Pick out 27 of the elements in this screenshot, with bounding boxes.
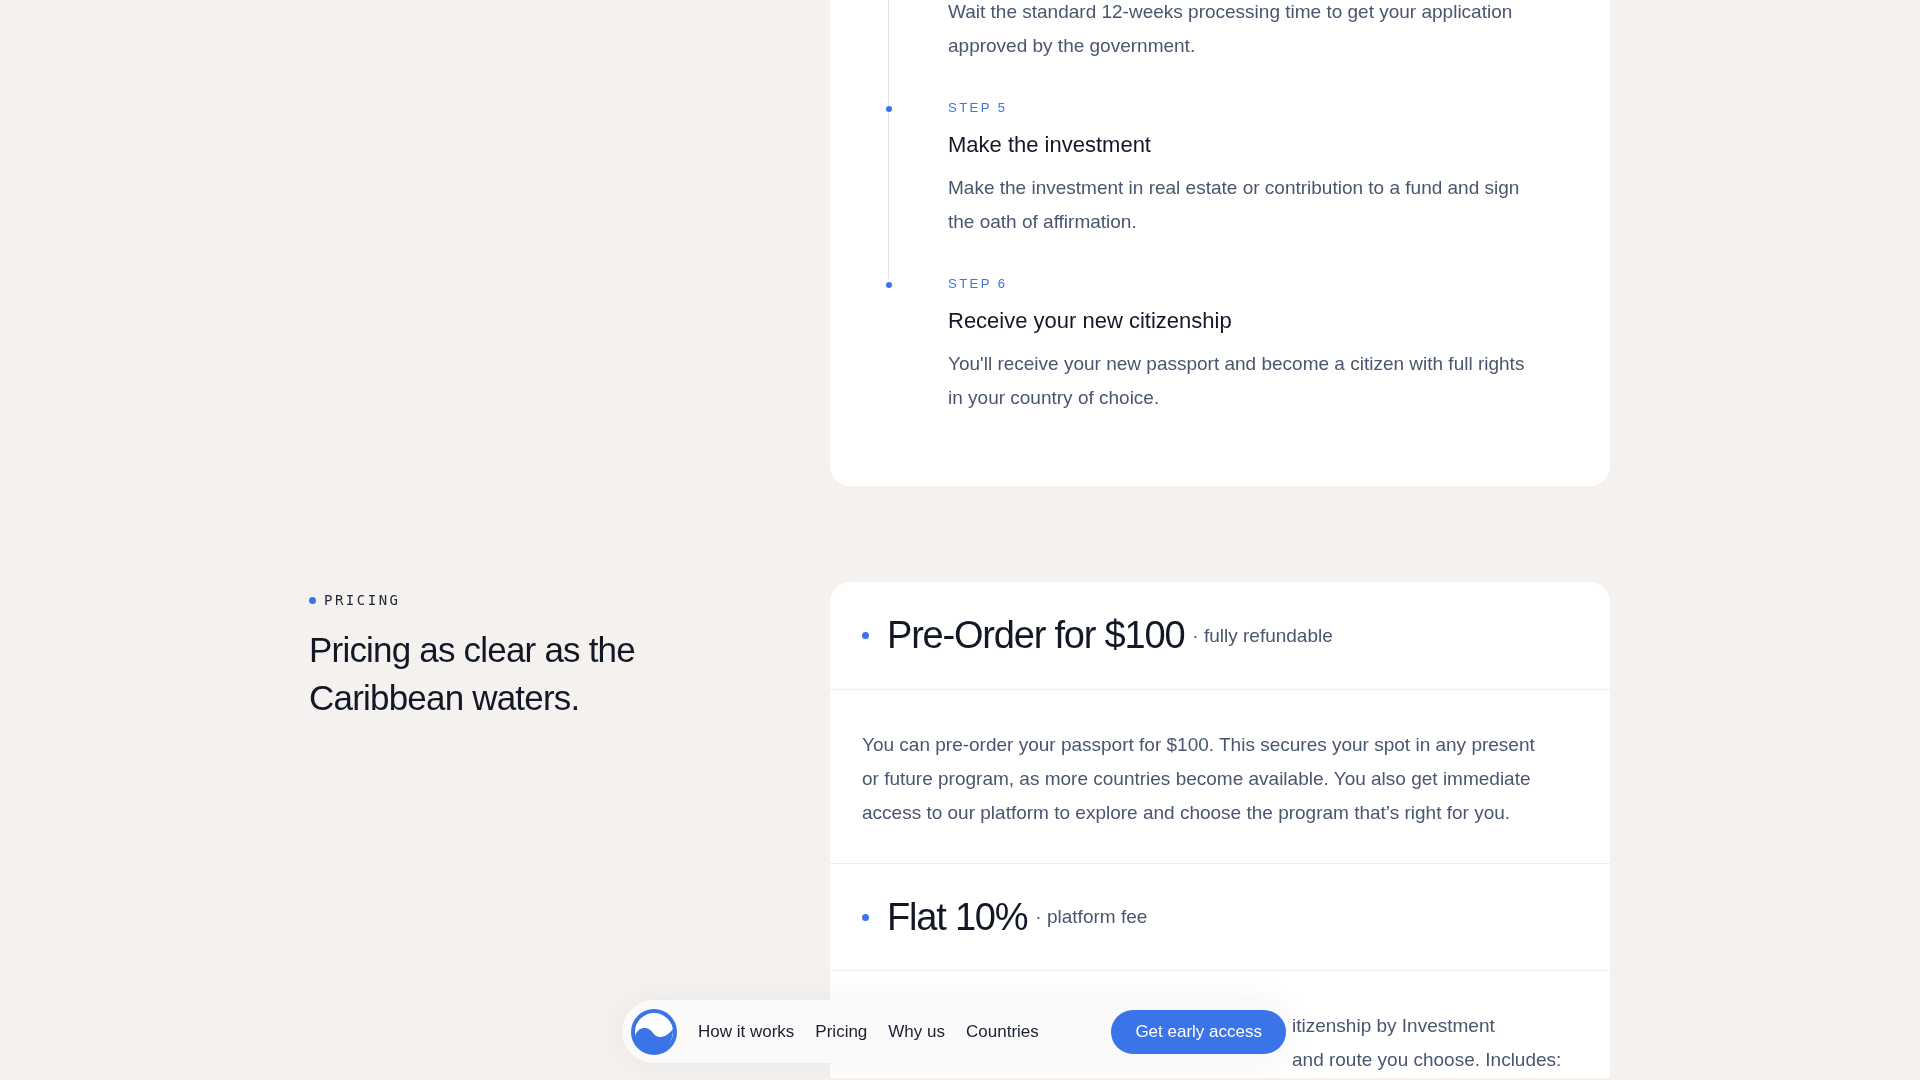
price-note: · platform fee — [1035, 906, 1148, 928]
section-eyebrow: PRICING — [324, 592, 401, 608]
step-title: Receive your new citizenship — [948, 307, 1233, 335]
step-description: Make the investment in real estate or contribution to a fund and sign the oath of affirmation. — [948, 176, 1521, 234]
nav-link[interactable]: Why us — [888, 1021, 945, 1042]
price-description: and route you choose. Includes: — [1292, 1048, 1562, 1072]
bullet-icon — [309, 596, 316, 604]
nav-link[interactable]: Countries — [966, 1021, 1039, 1042]
price-description: You can pre-order your passport for $100. This secures your spot in any present or future program, as more countries become available. You also get immediate access to our platform to explore and choose the program that’s right for you. — [830, 690, 1610, 864]
step-label: STEP 5 — [948, 99, 1009, 117]
section-heading: Pricing as clear as the Caribbean waters. — [309, 629, 636, 719]
step-dot-icon — [886, 106, 892, 112]
step-description: You'll receive your new passport and become a citizen with full rights in your country of choice. — [948, 352, 1526, 410]
step-description: Wait the standard 12-weeks processing time to get your application approved by the government. — [948, 0, 1514, 58]
price-title: Flat 10% — [887, 895, 1028, 939]
step-dot-icon — [886, 282, 892, 288]
step-title: Make the investment — [948, 131, 1152, 159]
price-description: itizenship by Investment — [1292, 1014, 1495, 1038]
step-label: STEP 6 — [948, 275, 1009, 293]
nav-link[interactable]: Pricing — [815, 1021, 868, 1042]
bullet-icon — [862, 913, 869, 921]
price-title: Pre-Order for $100 — [887, 614, 1185, 657]
nav-link[interactable]: How it works — [698, 1021, 795, 1042]
get-access-button[interactable]: Get early access — [1111, 1009, 1286, 1054]
logo-icon — [631, 1008, 677, 1055]
bullet-icon — [862, 632, 869, 639]
price-note: · fully refundable — [1192, 624, 1333, 647]
